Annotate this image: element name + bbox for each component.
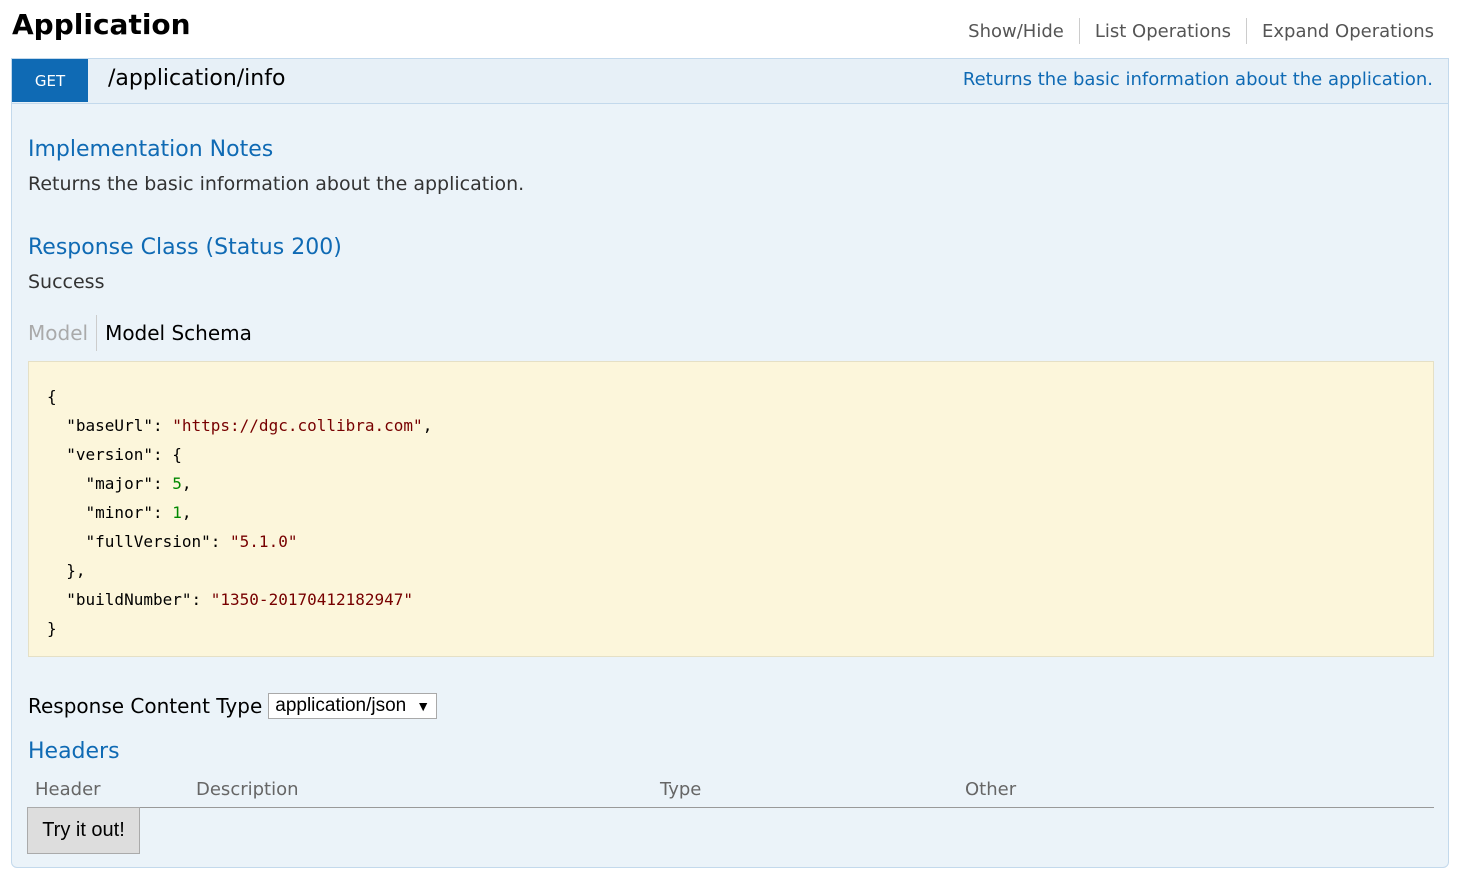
headers-table-header: Header Description Type Other [28, 775, 1434, 808]
response-class-title: Response Class (Status 200) [28, 235, 342, 260]
json-string: "https://dgc.collibra.com" [172, 416, 423, 435]
list-operations-link[interactable]: List Operations [1080, 21, 1246, 42]
json-number: 5 [172, 474, 182, 493]
json-string: "1350-20170412182947" [210, 590, 414, 609]
tab-model[interactable]: Model [28, 315, 98, 351]
show-hide-link[interactable]: Show/Hide [953, 21, 1079, 42]
implementation-notes-text: Returns the basic information about the … [28, 173, 525, 195]
operation-panel: GET /application/info Returns the basic … [11, 58, 1449, 868]
column-type: Type [660, 779, 702, 800]
json-key: "version" [66, 445, 153, 464]
resource-header: Application Show/Hide List Operations Ex… [0, 0, 1460, 58]
operation-summary[interactable]: Returns the basic information about the … [963, 69, 1433, 90]
json-key: "major" [85, 474, 153, 493]
response-content-type-select[interactable]: application/json ▼ [268, 693, 438, 719]
headers-title: Headers [28, 739, 120, 764]
response-class-text: Success [28, 271, 105, 293]
json-key: "minor" [85, 503, 153, 522]
tab-model-schema[interactable]: Model Schema [97, 321, 252, 345]
operation-path[interactable]: /application/info [108, 66, 285, 91]
selected-content-type: application/json [275, 695, 407, 716]
column-other: Other [965, 779, 1017, 800]
model-tabs: Model Model Schema [28, 315, 252, 351]
caret-down-icon: ▼ [416, 698, 431, 714]
model-schema-box[interactable]: { "baseUrl": "https://dgc.collibra.com",… [28, 361, 1434, 657]
json-key: "buildNumber" [66, 590, 192, 609]
column-description: Description [196, 779, 299, 800]
resource-links: Show/Hide List Operations Expand Operati… [953, 18, 1434, 44]
column-header: Header [35, 779, 101, 800]
implementation-notes-title: Implementation Notes [28, 137, 274, 162]
json-key: "fullVersion" [85, 532, 211, 551]
response-content-type: Response Content Type application/json ▼ [28, 693, 438, 719]
json-string: "5.1.0" [230, 532, 298, 551]
json-number: 1 [172, 503, 182, 522]
http-method-badge[interactable]: GET [12, 59, 88, 102]
json-key: "baseUrl" [66, 416, 153, 435]
try-it-out-button[interactable]: Try it out! [27, 807, 140, 854]
operation-heading[interactable]: GET /application/info Returns the basic … [12, 59, 1448, 104]
expand-operations-link[interactable]: Expand Operations [1247, 21, 1434, 42]
schema-json: { "baseUrl": "https://dgc.collibra.com",… [47, 387, 433, 638]
response-content-type-label: Response Content Type [28, 694, 263, 718]
resource-title[interactable]: Application [12, 8, 191, 41]
